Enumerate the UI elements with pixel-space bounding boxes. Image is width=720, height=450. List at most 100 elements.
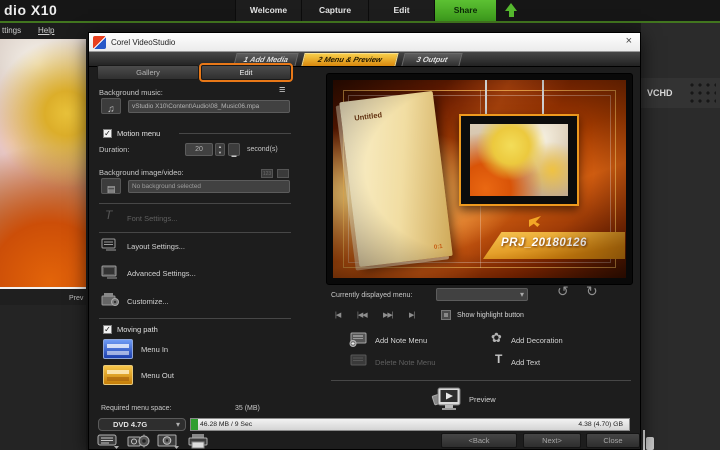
add-note-menu-button[interactable]: Add Note Menu bbox=[375, 336, 427, 345]
background-music-label: Background music: bbox=[99, 88, 163, 97]
add-text-button[interactable]: Add Text bbox=[511, 358, 540, 367]
required-space-label: Required menu space: bbox=[101, 404, 171, 413]
redo-icon[interactable]: ↻ bbox=[586, 283, 598, 300]
tab-edit[interactable]: Edit bbox=[201, 65, 291, 80]
background-scrollbar[interactable] bbox=[643, 430, 645, 450]
divider bbox=[99, 232, 291, 233]
step-tab-menu-preview[interactable]: 2 Menu & Preview bbox=[301, 53, 398, 66]
advanced-settings-button[interactable]: Advanced Settings... bbox=[127, 269, 196, 278]
font-settings-icon: T bbox=[105, 208, 112, 222]
video-option-icon[interactable] bbox=[277, 169, 289, 178]
duration-label: Duration: bbox=[99, 145, 129, 154]
disc-space-used-text: 46.28 MB / 9 Sec bbox=[200, 421, 252, 428]
app-logo-icon bbox=[93, 36, 106, 49]
menu-out-thumbnail[interactable] bbox=[103, 365, 133, 385]
filmstrip-dots bbox=[688, 81, 716, 105]
add-decoration-button[interactable]: Add Decoration bbox=[511, 336, 563, 345]
background-file-icon[interactable]: ▤ bbox=[101, 178, 121, 194]
advanced-settings-icon bbox=[101, 265, 120, 279]
menu-preview-canvas: Untitled 0:1 PRJ_20180126 bbox=[333, 80, 626, 278]
project-properties-icon[interactable] bbox=[97, 433, 121, 449]
nav-tab-welcome[interactable]: Welcome bbox=[235, 0, 301, 21]
customize-button[interactable]: Customize... bbox=[127, 297, 169, 306]
background-image-label: Background image/video: bbox=[99, 168, 184, 177]
show-highlight-checkbox[interactable] bbox=[441, 310, 451, 320]
moving-path-checkbox[interactable]: ✓ bbox=[103, 325, 112, 334]
displayed-menu-label: Currently displayed menu: bbox=[331, 291, 412, 300]
music-list-icon[interactable]: ≡ bbox=[279, 84, 285, 96]
preview-button-icon[interactable] bbox=[425, 385, 463, 413]
background-preview-label: Prev bbox=[69, 295, 83, 302]
menu-in-thumbnail[interactable] bbox=[103, 339, 133, 359]
background-right-panel: VCHD bbox=[641, 23, 720, 450]
motion-menu-label: Motion menu bbox=[117, 129, 160, 138]
show-highlight-label: Show highlight button bbox=[457, 311, 524, 320]
required-space-value: 35 (MB) bbox=[235, 404, 260, 413]
app-title: dio X10 bbox=[4, 2, 57, 18]
undo-icon[interactable]: ↺ bbox=[557, 283, 569, 300]
print-icon[interactable] bbox=[187, 433, 209, 449]
music-file-icon[interactable]: ♫ bbox=[101, 98, 121, 114]
layout-settings-button[interactable]: Layout Settings... bbox=[127, 242, 185, 251]
displayed-menu-dropdown[interactable]: ▾ bbox=[436, 288, 528, 301]
dialog-title: Corel VideoStudio bbox=[111, 38, 175, 47]
go-previous-menu-icon[interactable]: |◀◀ bbox=[357, 311, 367, 321]
videostudio-app: dio X10 Welcome Capture Edit Share tting… bbox=[0, 0, 720, 450]
go-first-menu-icon[interactable]: |◀ bbox=[335, 311, 340, 321]
disc-space-total-text: 4.38 (4.70) GB bbox=[578, 421, 623, 428]
add-text-icon: T bbox=[495, 352, 502, 366]
divider bbox=[99, 203, 291, 204]
background-preview-photo bbox=[0, 39, 86, 287]
divider bbox=[331, 380, 631, 381]
next-button[interactable]: Next> bbox=[523, 433, 581, 448]
image-option-icon[interactable]: 123 bbox=[261, 169, 273, 178]
menu-help[interactable]: Help bbox=[38, 26, 54, 35]
step-tab-output[interactable]: 3 Output bbox=[401, 53, 462, 66]
share-dialog: Corel VideoStudio × 1 Add Media 2 Menu &… bbox=[88, 32, 641, 450]
upload-arrow-icon[interactable] bbox=[505, 3, 517, 18]
duration-value-field[interactable]: 20 bbox=[185, 143, 213, 156]
menu-settings[interactable]: ttings bbox=[2, 26, 21, 35]
duration-spinner[interactable]: ▲ ▼ bbox=[215, 143, 225, 156]
customize-icon bbox=[101, 291, 121, 307]
delete-note-menu-icon bbox=[349, 354, 370, 369]
divider bbox=[179, 133, 291, 134]
moving-path-label: Moving path bbox=[117, 325, 158, 334]
burn-settings-icon[interactable] bbox=[127, 433, 151, 449]
add-note-menu-icon bbox=[349, 332, 370, 347]
music-path-field[interactable]: vStudio X10\Content\Audio\08_Music06.mpa bbox=[128, 100, 290, 113]
delete-note-menu-button: Delete Note Menu bbox=[375, 358, 435, 367]
preview-monitor: Untitled 0:1 PRJ_20180126 bbox=[326, 73, 633, 285]
nav-tab-capture[interactable]: Capture bbox=[301, 0, 368, 21]
disc-format-dropdown[interactable]: DVD 4.7G ▾ bbox=[98, 418, 186, 431]
menu-out-label: Menu Out bbox=[141, 371, 174, 380]
preview-button-label[interactable]: Preview bbox=[469, 395, 496, 404]
menu-in-label: Menu In bbox=[141, 345, 168, 354]
add-decoration-icon: ✿ bbox=[491, 330, 502, 346]
divider bbox=[99, 318, 291, 319]
scrollbar-thumb[interactable] bbox=[646, 437, 654, 450]
go-next-menu-icon[interactable]: ▶▶| bbox=[383, 311, 393, 321]
tab-gallery[interactable]: Gallery bbox=[97, 65, 199, 80]
preview-divider-line bbox=[0, 287, 86, 289]
go-last-menu-icon[interactable]: ▶| bbox=[409, 311, 414, 321]
motion-menu-checkbox[interactable]: ✓ bbox=[103, 129, 112, 138]
format-label: VCHD bbox=[647, 88, 673, 98]
close-button[interactable]: Close bbox=[586, 433, 640, 448]
nav-tab-edit[interactable]: Edit bbox=[368, 0, 434, 21]
burn-disc-icon[interactable] bbox=[157, 433, 181, 449]
dialog-title-bar: Corel VideoStudio × bbox=[89, 33, 640, 52]
duration-slider-button[interactable]: ▬ bbox=[228, 143, 240, 156]
disc-space-bar: 46.28 MB / 9 Sec 4.38 (4.70) GB bbox=[190, 418, 630, 431]
nav-tab-share[interactable]: Share bbox=[434, 0, 496, 21]
back-button[interactable]: <Back bbox=[441, 433, 517, 448]
background-image-field[interactable]: No background selected bbox=[128, 180, 290, 193]
vignette-overlay bbox=[333, 80, 626, 278]
chevron-down-icon: ▾ bbox=[176, 419, 180, 430]
layout-settings-icon bbox=[101, 238, 120, 252]
background-left-panel bbox=[0, 305, 86, 450]
format-strip: VCHD bbox=[641, 78, 720, 108]
duration-unit: second(s) bbox=[247, 145, 278, 154]
dialog-close-icon[interactable]: × bbox=[626, 35, 632, 47]
app-top-bar: dio X10 Welcome Capture Edit Share bbox=[0, 0, 720, 23]
